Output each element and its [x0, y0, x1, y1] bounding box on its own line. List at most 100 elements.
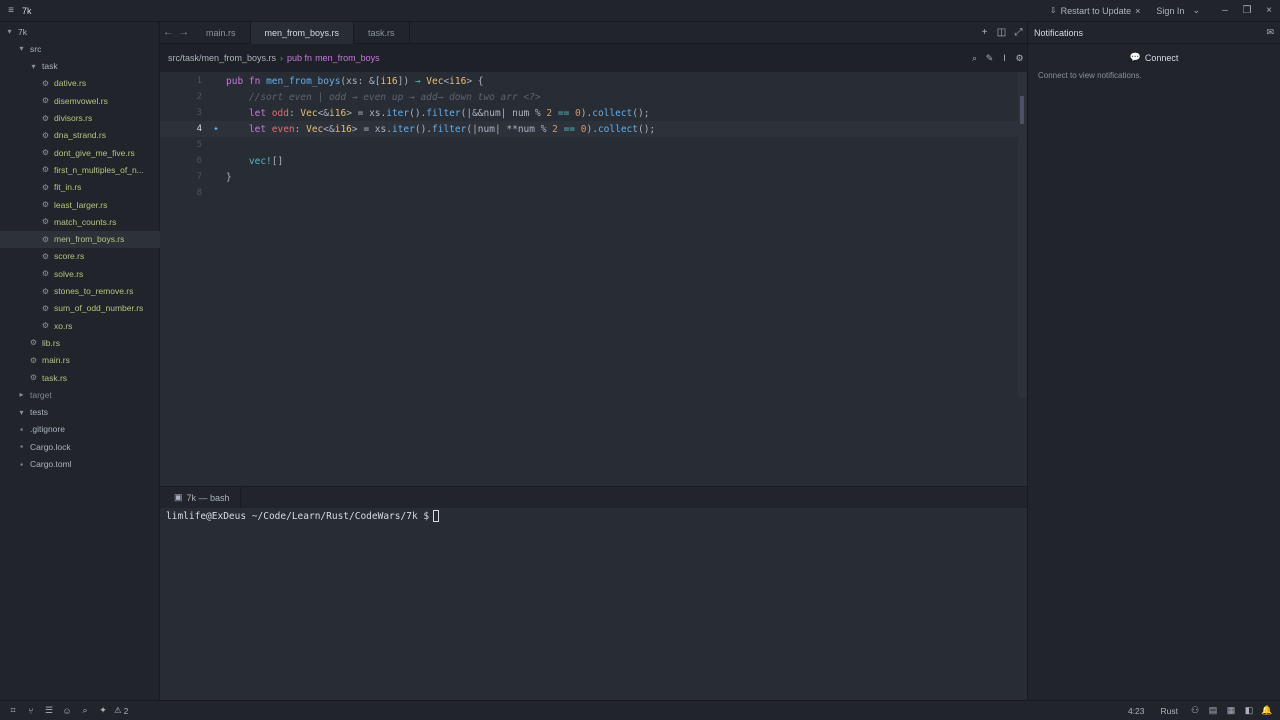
- breadcrumb-path[interactable]: src/task/men_from_boys.rs: [168, 53, 276, 63]
- sidebar-item[interactable]: ⚙ lib.rs: [0, 334, 160, 351]
- sidebar-item[interactable]: ⚙ least_larger.rs: [0, 196, 160, 213]
- search-icon[interactable]: ⌕: [967, 53, 982, 64]
- plus-icon[interactable]: +: [976, 27, 993, 38]
- code-token: vec!: [248, 155, 272, 167]
- forward-arrow-icon[interactable]: →: [176, 27, 192, 38]
- expand-icon[interactable]: ⤢: [1010, 27, 1027, 38]
- code-token: Vec: [306, 123, 324, 135]
- sidebar-item-label: first_n_multiples_of_n...: [54, 164, 144, 175]
- sidebar-item[interactable]: ⚙ first_n_multiples_of_n...: [0, 161, 160, 178]
- assistant-icon[interactable]: ✦: [94, 705, 112, 716]
- sidebar-item[interactable]: ⚙ fit_in.rs: [0, 179, 160, 196]
- minimize-icon[interactable]: –: [1214, 5, 1236, 16]
- file-icon: ▪: [20, 442, 23, 452]
- sidebar-item[interactable]: ▾ src: [0, 40, 160, 57]
- inbox-icon[interactable]: ✉: [1266, 27, 1274, 38]
- chat-panel-icon[interactable]: ◧: [1240, 705, 1258, 716]
- sidebar-item[interactable]: ⚙ task.rs: [0, 369, 160, 386]
- code-line[interactable]: 2 //sort even | odd → even up → add→ dow…: [160, 89, 1018, 105]
- rust-file-icon: ⚙: [41, 165, 50, 175]
- sidebar-item[interactable]: ▸ target: [0, 386, 160, 403]
- feedback-icon[interactable]: ⚇: [1186, 705, 1204, 716]
- tab-main-rs[interactable]: main.rs: [192, 21, 251, 44]
- sidebar-item[interactable]: ⚙ stones_to_remove.rs: [0, 283, 160, 300]
- scrollbar-thumb[interactable]: [1020, 96, 1024, 124]
- maximize-icon[interactable]: ❐: [1236, 5, 1258, 16]
- code-line[interactable]: 1 pub fn men_from_boys(xs: &[i16]) → Vec<…: [160, 73, 1018, 89]
- code-token: ().: [409, 107, 427, 119]
- notifications-bell-icon[interactable]: 🔔: [1258, 705, 1276, 716]
- sidebar-item[interactable]: ⚙ dative.rs: [0, 75, 160, 92]
- outline-icon[interactable]: ☰: [40, 705, 58, 716]
- sidebar-item-label: disemvowel.rs: [54, 95, 108, 106]
- text-cursor-icon[interactable]: I: [997, 53, 1012, 63]
- sidebar-item[interactable]: ▪ Cargo.lock: [0, 438, 160, 455]
- code-line[interactable]: 8: [160, 185, 1018, 201]
- code-text: //sort even | odd → even up → add→ down …: [226, 92, 541, 103]
- back-arrow-icon[interactable]: ←: [160, 27, 176, 38]
- restart-label: Restart to Update: [1060, 5, 1132, 16]
- search-icon[interactable]: ⌕: [76, 705, 94, 716]
- sidebar-item-label: task.rs: [42, 372, 68, 383]
- inline-assist-icon[interactable]: ✎: [982, 53, 997, 64]
- code-token: []: [271, 155, 284, 167]
- code-line[interactable]: 7}: [160, 169, 1018, 185]
- tab-label: men_from_boys.rs: [264, 27, 340, 38]
- tab-men-from-boys-rs[interactable]: men_from_boys.rs: [250, 21, 355, 44]
- assistant-panel-icon[interactable]: ▦: [1222, 705, 1240, 716]
- sign-in-button[interactable]: Sign In ⌄: [1156, 5, 1200, 16]
- code-token: ).: [580, 107, 593, 119]
- sidebar-item[interactable]: ⚙ dont_give_me_five.rs: [0, 144, 160, 161]
- menu-icon[interactable]: ≡: [0, 5, 22, 16]
- split-pane-icon[interactable]: ◫: [993, 27, 1010, 38]
- terminal-tab[interactable]: ▣ 7k — bash: [174, 486, 241, 509]
- sidebar-item[interactable]: ▾ 7k: [0, 23, 160, 40]
- sidebar-item[interactable]: ▾ tests: [0, 404, 160, 421]
- project-panel-toggle-icon[interactable]: ⌗: [4, 705, 22, 716]
- sidebar-item-label: Cargo.toml: [30, 459, 72, 469]
- sidebar-item[interactable]: ⚙ divisors.rs: [0, 110, 160, 127]
- sidebar-item[interactable]: ⚙ dna_strand.rs: [0, 127, 160, 144]
- breadcrumb-symbol-name[interactable]: men_from_boys: [315, 53, 380, 63]
- code-token: let: [226, 123, 272, 135]
- diagnostics-button[interactable]: ⚠ 2: [114, 705, 128, 716]
- sidebar-item[interactable]: ⚙ disemvowel.rs: [0, 92, 160, 109]
- git-branch-icon[interactable]: ⑂: [22, 706, 40, 716]
- breadcrumb-symbol-keyword[interactable]: pub fn: [287, 53, 312, 63]
- cursor-position[interactable]: 4:23: [1128, 706, 1145, 716]
- sidebar-item-label: Cargo.lock: [30, 441, 71, 452]
- sidebar-item[interactable]: ⚙ main.rs: [0, 352, 160, 369]
- close-icon[interactable]: ×: [1135, 6, 1140, 16]
- tab-label: main.rs: [206, 27, 236, 38]
- settings-sliders-icon[interactable]: ⚙: [1012, 53, 1027, 64]
- sidebar-item[interactable]: ▪ Cargo.toml: [0, 456, 160, 473]
- code-line[interactable]: 4 ✦ let even: Vec<&i16> = xs.iter().filte…: [160, 121, 1018, 137]
- window-close-icon[interactable]: ×: [1258, 5, 1280, 16]
- notifications-title: Notifications: [1034, 27, 1084, 38]
- editor-scrollbar[interactable]: [1018, 72, 1026, 398]
- rust-file-icon: ⚙: [41, 78, 50, 88]
- sidebar-item[interactable]: ⚙ solve.rs: [0, 265, 160, 282]
- connect-button[interactable]: 💬 Connect: [1028, 52, 1280, 63]
- sidebar-item[interactable]: ▪ .gitignore: [0, 421, 160, 438]
- code-line[interactable]: 3 let odd: Vec<&i16> = xs.iter().filter(…: [160, 105, 1018, 121]
- code-editor[interactable]: 1 pub fn men_from_boys(xs: &[i16]) → Vec<…: [160, 72, 1027, 486]
- collab-icon[interactable]: ☺: [58, 706, 76, 716]
- sidebar-item-label: src: [30, 43, 42, 54]
- code-line[interactable]: 5: [160, 137, 1018, 153]
- terminal-panel[interactable]: limlife@ExDeus ~/Code/Learn/Rust/CodeWar…: [160, 508, 1027, 700]
- terminal-toggle-icon[interactable]: ▤: [1204, 705, 1222, 716]
- language-selector[interactable]: Rust: [1161, 706, 1178, 716]
- sidebar-item[interactable]: ⚙ sum_of_odd_number.rs: [0, 300, 160, 317]
- breadcrumb: src/task/men_from_boys.rs › pub fn men_f…: [160, 48, 1027, 68]
- sidebar-item[interactable]: ⚙ men_from_boys.rs: [0, 230, 160, 248]
- project-name[interactable]: 7k: [22, 6, 32, 16]
- tab-task-rs[interactable]: task.rs: [354, 21, 410, 44]
- sidebar-item[interactable]: ⚙ score.rs: [0, 248, 160, 265]
- restart-to-update-button[interactable]: ⇩ Restart to Update ×: [1050, 6, 1141, 16]
- sidebar-item[interactable]: ⚙ xo.rs: [0, 317, 160, 334]
- folder-open-icon: ▾: [19, 407, 24, 417]
- sidebar-item[interactable]: ⚙ match_counts.rs: [0, 213, 160, 230]
- sidebar-item[interactable]: ▾ task: [0, 58, 160, 75]
- code-line[interactable]: 6 vec![]: [160, 153, 1018, 169]
